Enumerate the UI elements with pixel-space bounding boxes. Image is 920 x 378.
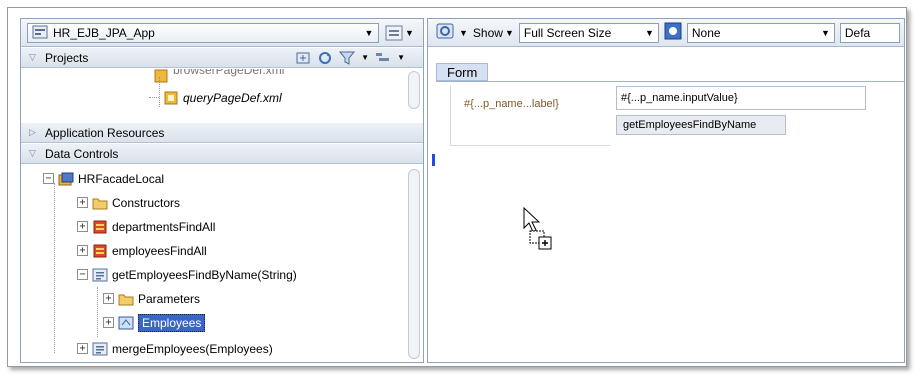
tree-node-parameters[interactable]: + Parameters	[103, 288, 200, 309]
tree-connector	[149, 97, 159, 98]
drag-cursor-icon	[523, 207, 552, 250]
tree-node-hrfacadelocal[interactable]: − HRFacadeLocal	[43, 168, 164, 189]
tree-node-constructors[interactable]: + Constructors	[77, 192, 180, 213]
collection-icon	[92, 244, 108, 258]
form-component-label[interactable]: Form	[436, 63, 489, 81]
page-def-icon	[153, 69, 169, 83]
projects-scrollbar[interactable]	[408, 71, 420, 109]
visual-editor: ▼ Show ▼ Full Screen Size ▼ None ▼ Defa …	[427, 18, 905, 363]
ide-window: HR_EJB_JPA_App ▼ ▼ ▽ Projects ▼ ▼ browse…	[7, 7, 907, 367]
field-input[interactable]: #{...p_name.inputValue}	[616, 86, 866, 110]
data-controls-header[interactable]: ▽ Data Controls	[21, 144, 423, 164]
skin-select[interactable]: None ▼	[686, 22, 835, 43]
chevron-down-icon: ▼	[504, 27, 514, 38]
tree-node-mergeemployees[interactable]: + mergeEmployees(Employees)	[77, 338, 273, 359]
filter-icon[interactable]	[339, 51, 356, 65]
editor-toolbar: ▼ Show ▼ Full Screen Size ▼ None ▼ Defa	[428, 19, 904, 47]
chevron-down-icon[interactable]: ▼	[397, 53, 405, 62]
collapse-triangle-icon: ▽	[29, 52, 36, 62]
collapse-icon[interactable]: −	[77, 269, 88, 280]
default-value: Defa	[844, 25, 871, 40]
field-label[interactable]: #{...p_name...label}	[464, 92, 559, 116]
application-selector[interactable]: HR_EJB_JPA_App ▼	[27, 23, 379, 43]
tree-node-label: HRFacadeLocal	[78, 171, 165, 186]
tree-node-label: getEmployeesFindByName(String)	[112, 267, 297, 282]
skin-icon[interactable]	[664, 22, 682, 43]
application-toolbar: HR_EJB_JPA_App ▼ ▼	[21, 19, 423, 47]
chevron-down-icon: ▼	[405, 28, 414, 38]
application-icon	[32, 25, 48, 42]
accessor-icon	[118, 316, 134, 330]
tree-node-departmentsfindall[interactable]: + departmentsFindAll	[77, 216, 215, 237]
tree-node-label: mergeEmployees(Employees)	[112, 341, 273, 356]
expand-icon[interactable]: +	[77, 221, 88, 232]
chevron-down-icon: ▼	[644, 27, 654, 38]
collapse-triangle-icon: ▽	[29, 148, 36, 158]
expand-icon[interactable]: +	[103, 317, 114, 328]
chevron-down-icon[interactable]: ▼	[360, 28, 378, 38]
method-icon	[92, 268, 108, 282]
sync-icon[interactable]	[295, 51, 311, 65]
screen-size-value: Full Screen Size	[523, 25, 612, 40]
expand-icon[interactable]: +	[103, 293, 114, 304]
tree-node-getemployeesfindbyname[interactable]: − getEmployeesFindByName(String)	[77, 264, 297, 285]
working-sets-icon[interactable]	[375, 51, 391, 65]
application-resources-label: Application Resources	[45, 125, 165, 140]
collection-icon	[92, 220, 108, 234]
tree-node-employees[interactable]: + Employees	[103, 312, 206, 333]
tree-node-label: employeesFindAll	[112, 243, 207, 258]
form-divider	[436, 81, 904, 82]
expand-triangle-icon: ▷	[29, 127, 36, 137]
expand-icon[interactable]: +	[77, 197, 88, 208]
project-file-label: queryPageDef.xml	[183, 90, 282, 105]
getemployees-button-label: getEmployeesFindByName	[623, 119, 757, 131]
project-file-partial[interactable]: browserPageDef.xml	[149, 69, 284, 83]
method-icon	[92, 342, 108, 356]
project-file-querypagedef[interactable]: queryPageDef.xml	[149, 87, 282, 108]
tree-node-label: Constructors	[112, 195, 181, 210]
data-control-icon	[58, 172, 74, 186]
getemployees-button[interactable]: getEmployeesFindByName	[616, 115, 786, 135]
application-menu-button[interactable]: ▼	[385, 23, 419, 43]
project-file-partial-label: browserPageDef.xml	[173, 69, 285, 77]
folder-icon	[118, 292, 134, 306]
screen-size-select[interactable]: Full Screen Size ▼	[518, 22, 659, 43]
chevron-down-icon[interactable]: ▼	[459, 28, 468, 38]
refresh-icon[interactable]	[317, 51, 333, 65]
tree-connector	[54, 183, 55, 353]
tree-node-employeesfindall[interactable]: + employeesFindAll	[77, 240, 207, 261]
form-title: Form	[447, 64, 478, 80]
page-def-icon	[163, 91, 179, 105]
field-input-value: #{...p_name.inputValue}	[621, 92, 738, 104]
default-select[interactable]: Defa	[839, 22, 900, 43]
application-name: HR_EJB_JPA_App	[53, 26, 155, 40]
data-controls-scrollbar[interactable]	[408, 169, 420, 359]
expand-icon[interactable]: +	[77, 245, 88, 256]
skin-value: None	[691, 25, 721, 40]
application-resources-header[interactable]: ▷ Application Resources	[21, 123, 423, 143]
tree-node-label: departmentsFindAll	[112, 219, 216, 234]
application-navigator: HR_EJB_JPA_App ▼ ▼ ▽ Projects ▼ ▼ browse…	[20, 18, 424, 363]
insertion-caret	[432, 154, 435, 166]
show-menu[interactable]: Show ▼	[473, 26, 514, 40]
folder-icon	[92, 196, 108, 210]
refresh-icon[interactable]	[436, 23, 454, 42]
expand-icon[interactable]: +	[77, 343, 88, 354]
projects-panel-header[interactable]: ▽ Projects ▼ ▼	[21, 48, 423, 68]
chevron-down-icon[interactable]: ▼	[361, 53, 369, 62]
data-controls-label: Data Controls	[45, 146, 119, 161]
chevron-down-icon: ▼	[820, 27, 830, 38]
tree-node-label: Parameters	[138, 291, 201, 306]
projects-header-label: Projects	[45, 50, 89, 65]
tree-connector	[97, 287, 98, 337]
tree-node-label: Employees	[138, 313, 206, 332]
collapse-icon[interactable]: −	[43, 173, 54, 184]
show-label: Show	[472, 25, 503, 40]
